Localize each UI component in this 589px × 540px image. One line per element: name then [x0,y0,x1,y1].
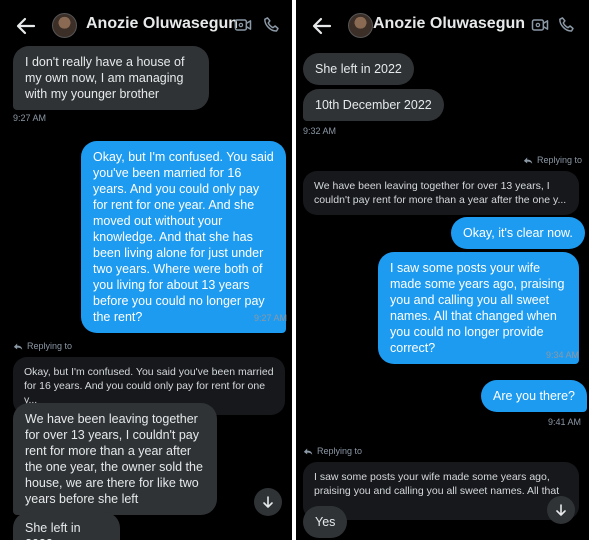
reply-arrow-icon [523,157,533,164]
message-incoming[interactable]: I don't really have a house of my own no… [13,46,209,110]
replying-to-label: Replying to [13,341,72,351]
message-incoming[interactable]: Yes [303,506,348,538]
back-arrow-icon[interactable] [310,14,334,38]
replying-to-label: Replying to [303,446,362,456]
replying-to-label: Replying to [523,155,582,165]
scroll-to-bottom-button[interactable] [547,496,575,524]
message-timestamp: 9:34 AM [546,350,580,360]
chat-panel-left: Anozie Oluwasegun I don't really have a … [0,0,292,540]
avatar[interactable] [348,13,373,38]
message-incoming[interactable]: We have been leaving together for over 1… [13,403,217,515]
back-arrow-icon[interactable] [14,14,38,38]
chevron-down-icon [556,504,566,516]
message-incoming[interactable]: She left in 2022 [303,53,414,85]
quoted-message[interactable]: I saw some posts your wife made some yea… [303,462,579,520]
message-outgoing[interactable]: I saw some posts your wife made some yea… [378,252,579,364]
scroll-to-bottom-button[interactable] [254,488,282,516]
replying-to-text: Replying to [27,341,73,351]
contact-name[interactable]: Anozie Oluwasegun [373,15,525,33]
message-outgoing[interactable]: Are you there? [481,380,587,412]
chat-header: Anozie Oluwasegun [0,0,292,50]
avatar[interactable] [52,13,77,38]
message-timestamp: 9:32 AM [303,126,337,136]
video-call-icon[interactable] [530,15,550,35]
video-call-icon[interactable] [233,15,253,35]
message-outgoing[interactable]: Okay, it's clear now. [451,217,585,249]
message-incoming[interactable]: She left in 2022 [13,512,120,540]
phone-icon[interactable] [262,15,282,35]
message-outgoing[interactable]: Okay, but I'm confused. You said you've … [81,141,286,333]
reply-arrow-icon [303,448,313,455]
replying-to-text: Replying to [537,155,583,165]
phone-icon[interactable] [557,15,577,35]
chevron-down-icon [263,496,273,508]
chat-header: Anozie Oluwasegun [296,0,589,50]
message-timestamp: 9:27 AM [254,313,288,323]
contact-name[interactable]: Anozie Oluwasegun [86,15,238,33]
message-incoming[interactable]: 10th December 2022 [303,89,444,121]
message-timestamp: 9:27 AM [13,113,47,123]
quoted-message[interactable]: We have been leaving together for over 1… [303,171,579,215]
message-timestamp: 9:41 AM [548,417,582,427]
reply-arrow-icon [13,343,23,350]
chat-panel-right: Anozie Oluwasegun She left in 2022 10th … [296,0,589,540]
replying-to-text: Replying to [317,446,363,456]
